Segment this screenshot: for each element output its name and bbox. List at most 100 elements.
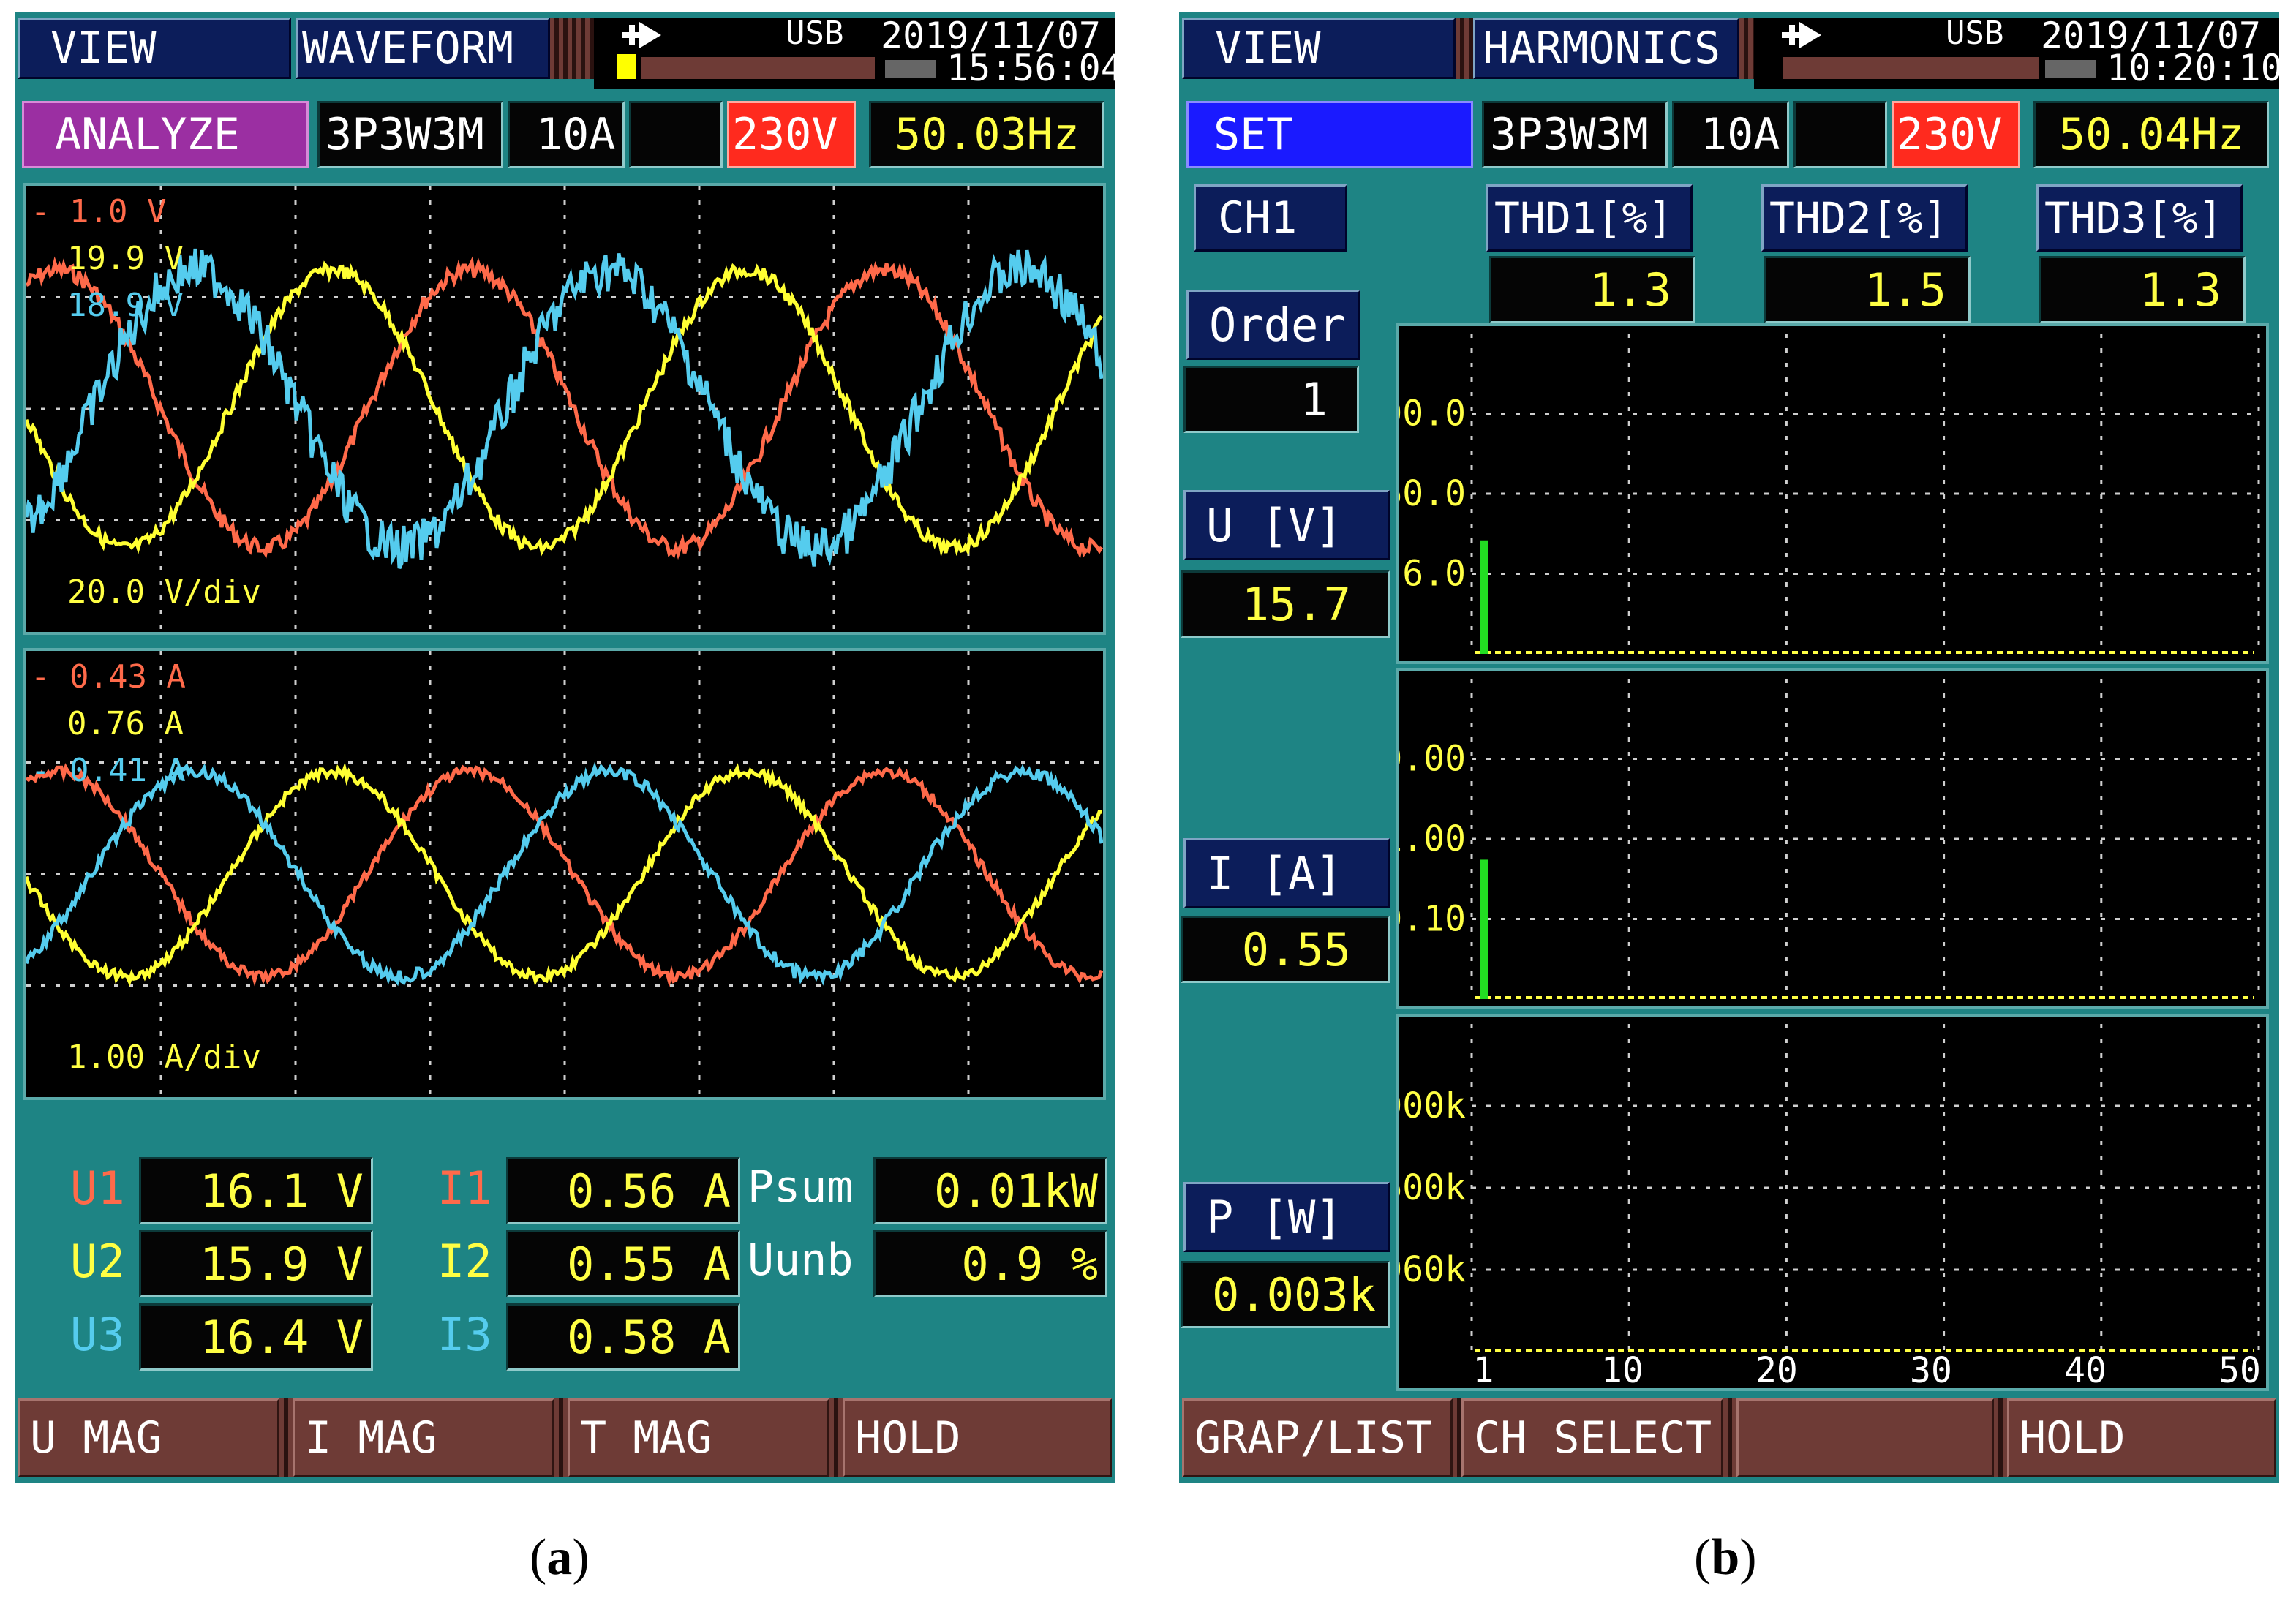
- i-label: I [A]: [1183, 838, 1390, 908]
- usb-label: USB: [786, 15, 844, 52]
- frequency-display: 50.03Hz: [869, 101, 1104, 168]
- i-mag-key[interactable]: I MAG: [293, 1398, 554, 1477]
- voltage-ch1-label: - 1.0 V: [31, 193, 167, 230]
- analyze-button[interactable]: ANALYZE: [22, 101, 309, 168]
- caption-b: (b): [1694, 1529, 1757, 1587]
- u1-value: 16.1 V: [139, 1157, 373, 1224]
- ch-select-key[interactable]: CH SELECT: [1461, 1398, 1723, 1477]
- current-scale-label: 1.00 A/div: [67, 1039, 261, 1076]
- set-button[interactable]: SET: [1186, 101, 1473, 168]
- hold-key[interactable]: HOLD: [2007, 1398, 2276, 1477]
- u2-label: U2: [70, 1235, 125, 1288]
- current-ch3-label: - 0.41 A: [31, 752, 186, 789]
- status-area: USB 2019/11/07 15:56:04: [594, 15, 1115, 89]
- thd1-value: 1.3: [1489, 256, 1695, 323]
- frequency-display: 50.04Hz: [2033, 101, 2269, 168]
- voltage-waveform-svg: [26, 186, 1103, 632]
- u3-value: 16.4 V: [139, 1303, 373, 1371]
- view-tab[interactable]: VIEW: [1182, 18, 1456, 79]
- mode-tab-harmonics[interactable]: HARMONICS: [1473, 18, 1739, 79]
- uunb-label: Uunb: [748, 1235, 854, 1286]
- storage-bar: [641, 57, 875, 79]
- caption-open: (: [1694, 1529, 1712, 1586]
- harmonic-y-tick: 6.000k: [1399, 1085, 1466, 1126]
- i2-label: I2: [437, 1235, 492, 1288]
- i-value: 0.55: [1181, 916, 1390, 983]
- key-divider: [1453, 1398, 1461, 1477]
- battery-plug-icon: [1782, 22, 1821, 48]
- power-harmonics-plot: 6.000k 0.600k 0.060k 1 10 20 30 40 50: [1396, 1014, 2269, 1391]
- caption-close: ): [1739, 1529, 1757, 1586]
- voltage-scale-label: 20.0 V/div: [67, 573, 261, 611]
- voltage-range-display: 230V: [1892, 101, 2020, 168]
- key-divider: [554, 1398, 568, 1477]
- uunb-value: 0.9 %: [873, 1230, 1107, 1297]
- u1-label: U1: [70, 1161, 125, 1215]
- voltage-ch2-label: 19.9 V: [67, 240, 184, 277]
- u-mag-key[interactable]: U MAG: [18, 1398, 279, 1477]
- u2-value: 15.9 V: [139, 1230, 373, 1297]
- thd3-value: 1.3: [2039, 256, 2246, 323]
- p-value: 0.003k: [1181, 1261, 1390, 1328]
- time-text: 15:56:04: [946, 47, 1115, 89]
- graph-list-key[interactable]: GRAP/LIST: [1182, 1398, 1453, 1477]
- harmonic-y-tick: 6.0: [1402, 554, 1466, 595]
- caption-letter: b: [1711, 1529, 1740, 1586]
- harmonic-bar: [1480, 540, 1488, 654]
- hold-key[interactable]: HOLD: [843, 1398, 1112, 1477]
- battery-plug-icon: [622, 22, 661, 48]
- caption-close: ): [572, 1529, 590, 1586]
- power-harmonics-svg: 6.000k 0.600k 0.060k 1 10 20 30 40 50: [1399, 1024, 2261, 1388]
- battery-level-indicator: [617, 54, 636, 79]
- view-tab[interactable]: VIEW: [18, 18, 291, 79]
- thd1-label: THD1[%]: [1486, 184, 1693, 252]
- usb-label: USB: [1946, 15, 2004, 52]
- key-divider: [829, 1398, 843, 1477]
- key-divider: [279, 1398, 293, 1477]
- harmonic-x-tick: 10: [1601, 1350, 1644, 1388]
- harmonic-y-tick: 0.060k: [1399, 1249, 1466, 1290]
- voltage-harmonics-plot: 600.0 60.0 6.0: [1396, 323, 2269, 664]
- u-label: U [V]: [1183, 490, 1390, 560]
- voltage-range-display: 230V: [727, 101, 856, 168]
- voltage-harmonics-svg: 600.0 60.0 6.0: [1399, 334, 2260, 654]
- harmonic-x-tick: 50: [2218, 1350, 2261, 1388]
- caption-open: (: [530, 1529, 547, 1586]
- current-ch1-label: - 0.43 A: [31, 658, 186, 696]
- thd2-value: 1.5: [1764, 256, 1971, 323]
- p-label: P [W]: [1183, 1182, 1390, 1252]
- harmonic-y-tick: 1.00: [1399, 818, 1466, 859]
- panel-b-screen: VIEW HARMONICS USB 2019/11/07 10:20:10 S…: [1179, 12, 2279, 1483]
- current-range-display: 10A: [1672, 101, 1789, 168]
- time-text: 10:20:10: [2107, 47, 2279, 89]
- channel-button[interactable]: CH1: [1194, 184, 1347, 252]
- thd3-label: THD3[%]: [2036, 184, 2243, 252]
- current-ch2-label: 0.76 A: [67, 705, 184, 742]
- key-divider: [1723, 1398, 1736, 1477]
- storage-bar: [1783, 57, 2039, 79]
- blank-display: [629, 101, 723, 168]
- tab-divider: [550, 18, 594, 79]
- thd2-label: THD2[%]: [1761, 184, 1968, 252]
- order-value[interactable]: 1: [1183, 366, 1359, 433]
- current-waveform-plot: - 0.43 A 0.76 A - 0.41 A 1.00 A/div: [23, 648, 1106, 1100]
- current-harmonics-plot: 10.00 1.00 0.10: [1396, 668, 2269, 1009]
- tab-divider: [1739, 18, 1754, 79]
- harmonic-x-tick: 20: [1755, 1350, 1798, 1388]
- status-area: USB 2019/11/07 10:20:10: [1754, 15, 2279, 89]
- i1-value: 0.56 A: [506, 1157, 740, 1224]
- t-mag-key[interactable]: T MAG: [568, 1398, 829, 1477]
- mode-tab-waveform[interactable]: WAVEFORM: [296, 18, 550, 79]
- current-waveform-svg: [26, 651, 1103, 1097]
- blank-key[interactable]: [1736, 1398, 1994, 1477]
- time-marker: [885, 60, 936, 78]
- u-value: 15.7: [1181, 570, 1390, 638]
- u3-label: U3: [70, 1308, 125, 1361]
- key-divider: [1994, 1398, 2007, 1477]
- harmonic-y-tick: 10.00: [1399, 739, 1466, 780]
- current-range-display: 10A: [508, 101, 625, 168]
- harmonic-y-tick: 60.0: [1399, 473, 1466, 514]
- harmonic-y-tick: 600.0: [1399, 393, 1466, 434]
- caption-letter: a: [546, 1529, 573, 1586]
- current-harmonics-svg: 10.00 1.00 0.10: [1399, 679, 2260, 999]
